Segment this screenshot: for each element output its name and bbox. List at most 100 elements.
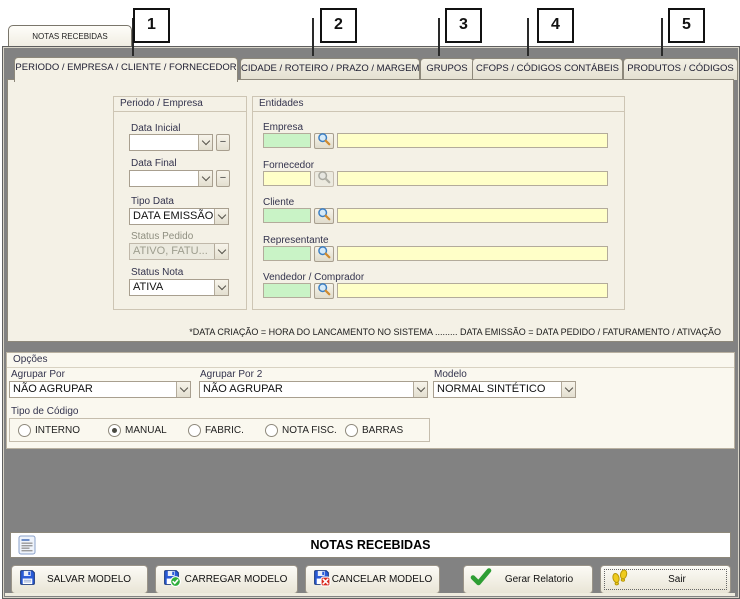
radio-icon <box>188 424 201 437</box>
search-icon <box>317 207 331 226</box>
data-inicial-label: Data Inicial <box>131 123 180 134</box>
gerar-relatorio-button[interactable]: Gerar Relatorio <box>463 565 593 594</box>
modelo-select[interactable]: NORMAL SINTÉTICO <box>433 381 576 398</box>
empresa-name-field[interactable] <box>337 133 608 148</box>
data-final-input[interactable] <box>129 170 213 187</box>
agrupar-por-select[interactable]: NÃO AGRUPAR <box>9 381 191 398</box>
radio-interno[interactable]: INTERNO <box>18 424 80 437</box>
radio-barras[interactable]: BARRAS <box>345 424 403 437</box>
tipo-data-select[interactable]: DATA EMISSÃO <box>129 208 229 225</box>
radio-nota-fisc[interactable]: NOTA FISC. <box>265 424 337 437</box>
salvar-modelo-button[interactable]: SALVAR MODELO <box>11 565 148 594</box>
data-final-clear-button[interactable]: − <box>216 170 230 187</box>
window-bottom-strip <box>5 593 735 596</box>
fornecedor-lookup-button <box>314 171 334 187</box>
callout-line-3 <box>438 18 440 56</box>
window-tab-notas-recebidas[interactable]: NOTAS RECEBIDAS <box>8 25 132 48</box>
chevron-down-icon[interactable] <box>561 382 575 397</box>
status-nota-value: ATIVA <box>130 280 214 295</box>
radio-icon <box>265 424 278 437</box>
agrupar-por-2-select[interactable]: NÃO AGRUPAR <box>199 381 428 398</box>
search-icon <box>317 132 331 151</box>
group-opcoes-title: Opções <box>7 353 734 368</box>
data-final-value <box>130 171 198 186</box>
representante-lookup-button[interactable] <box>314 246 334 262</box>
chevron-down-icon[interactable] <box>198 171 212 186</box>
agrupar-por-label: Agrupar Por <box>11 369 65 380</box>
report-icon[interactable] <box>17 535 37 560</box>
search-icon <box>317 282 331 301</box>
data-final-label: Data Final <box>131 158 177 169</box>
callout-box-1: 1 <box>133 8 170 43</box>
fornecedor-name-field[interactable] <box>337 171 608 186</box>
chevron-down-icon[interactable] <box>214 280 228 295</box>
status-nota-select[interactable]: ATIVA <box>129 279 229 296</box>
chevron-down-icon <box>214 244 228 259</box>
representante-code-field[interactable] <box>263 246 311 261</box>
carregar-modelo-label: CARREGAR MODELO <box>181 574 291 585</box>
cancelar-modelo-label: CANCELAR MODELO <box>331 574 433 585</box>
data-criacao-note: *DATA CRIAÇÃO = HORA DO LANCAMENTO NO SI… <box>8 327 727 337</box>
report-title-bar: NOTAS RECEBIDAS <box>10 532 731 558</box>
cliente-lookup-button[interactable] <box>314 208 334 224</box>
report-title: NOTAS RECEBIDAS <box>11 533 730 557</box>
carregar-modelo-button[interactable]: CARREGAR MODELO <box>155 565 298 594</box>
status-pedido-value: ATIVO, FATU... <box>130 244 214 259</box>
footprints-icon <box>610 569 630 591</box>
callout-line-2 <box>312 18 314 56</box>
cliente-name-field[interactable] <box>337 208 608 223</box>
status-pedido-label: Status Pedido <box>131 231 193 242</box>
vendedor-comprador-label: Vendedor / Comprador <box>263 272 364 283</box>
salvar-modelo-label: SALVAR MODELO <box>37 574 141 585</box>
callout-box-3: 3 <box>445 8 482 43</box>
green-check-icon <box>470 568 492 591</box>
sair-label: Sair <box>630 574 724 585</box>
tab-cfops-codigos-contabeis[interactable]: CFOPS / CÓDIGOS CONTÁBEIS <box>472 58 623 80</box>
callout-box-4: 4 <box>537 8 574 43</box>
chevron-down-icon[interactable] <box>198 135 212 150</box>
cancelar-modelo-button[interactable]: CANCELAR MODELO <box>305 565 440 594</box>
tipo-data-value: DATA EMISSÃO <box>130 209 214 224</box>
tab-periodo-empresa-cliente-fornecedor[interactable]: PERIODO / EMPRESA / CLIENTE / FORNECEDOR <box>14 57 238 82</box>
vendedor-lookup-button[interactable] <box>314 283 334 299</box>
radio-manual[interactable]: MANUAL <box>108 424 167 437</box>
radio-fabric-label: FABRIC. <box>205 425 244 436</box>
radio-icon <box>345 424 358 437</box>
status-nota-label: Status Nota <box>131 267 183 278</box>
status-pedido-select: ATIVO, FATU... <box>129 243 229 260</box>
modelo-label: Modelo <box>434 369 467 380</box>
chevron-down-icon[interactable] <box>413 382 427 397</box>
radio-fabric[interactable]: FABRIC. <box>188 424 244 437</box>
sair-button[interactable]: Sair <box>600 565 731 594</box>
data-inicial-value <box>130 135 198 150</box>
group-entidades: Entidades Empresa Fornecedor Cliente <box>252 96 625 310</box>
save-floppy-icon <box>18 568 37 592</box>
tab-produtos-codigos[interactable]: PRODUTOS / CÓDIGOS <box>623 58 738 80</box>
callout-line-4 <box>527 18 529 56</box>
empresa-code-field[interactable] <box>263 133 311 148</box>
vendedor-code-field[interactable] <box>263 283 311 298</box>
cliente-code-field[interactable] <box>263 208 311 223</box>
radio-icon <box>18 424 31 437</box>
data-inicial-input[interactable] <box>129 134 213 151</box>
tab-grupos[interactable]: GRUPOS <box>420 58 474 80</box>
tipo-codigo-label: Tipo de Código <box>11 406 78 417</box>
chevron-down-icon[interactable] <box>214 209 228 224</box>
search-icon <box>317 245 331 264</box>
tab-page-periodo: Periodo / Empresa Data Inicial − Data Fi… <box>7 79 734 342</box>
chevron-down-icon[interactable] <box>176 382 190 397</box>
radio-selected-icon <box>108 424 121 437</box>
cliente-label: Cliente <box>263 197 294 208</box>
group-entidades-title: Entidades <box>253 97 624 112</box>
search-icon <box>317 170 331 189</box>
fornecedor-code-field <box>263 171 311 186</box>
radio-nota-fisc-label: NOTA FISC. <box>282 425 337 436</box>
group-periodo-empresa: Periodo / Empresa Data Inicial − Data Fi… <box>113 96 247 310</box>
load-floppy-check-icon <box>162 568 181 592</box>
callout-line-5 <box>661 18 663 56</box>
tab-cidade-roteiro-prazo-margem[interactable]: CIDADE / ROTEIRO / PRAZO / MARGEM <box>240 58 420 80</box>
representante-name-field[interactable] <box>337 246 608 261</box>
vendedor-name-field[interactable] <box>337 283 608 298</box>
data-inicial-clear-button[interactable]: − <box>216 134 230 151</box>
empresa-lookup-button[interactable] <box>314 133 334 149</box>
